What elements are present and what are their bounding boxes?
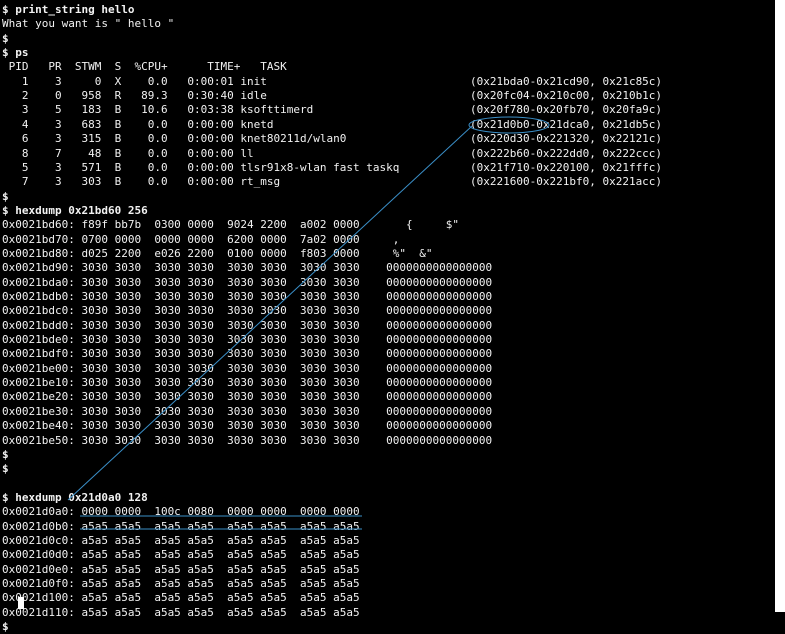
annotation-highlight-ellipse: [468, 116, 550, 134]
annotation-overlay: [67, 116, 550, 530]
terminal-line: $: [2, 620, 9, 634]
window-edge: [775, 0, 785, 612]
annotation-arrow-line: [67, 125, 473, 501]
terminal-cursor: [18, 597, 24, 609]
